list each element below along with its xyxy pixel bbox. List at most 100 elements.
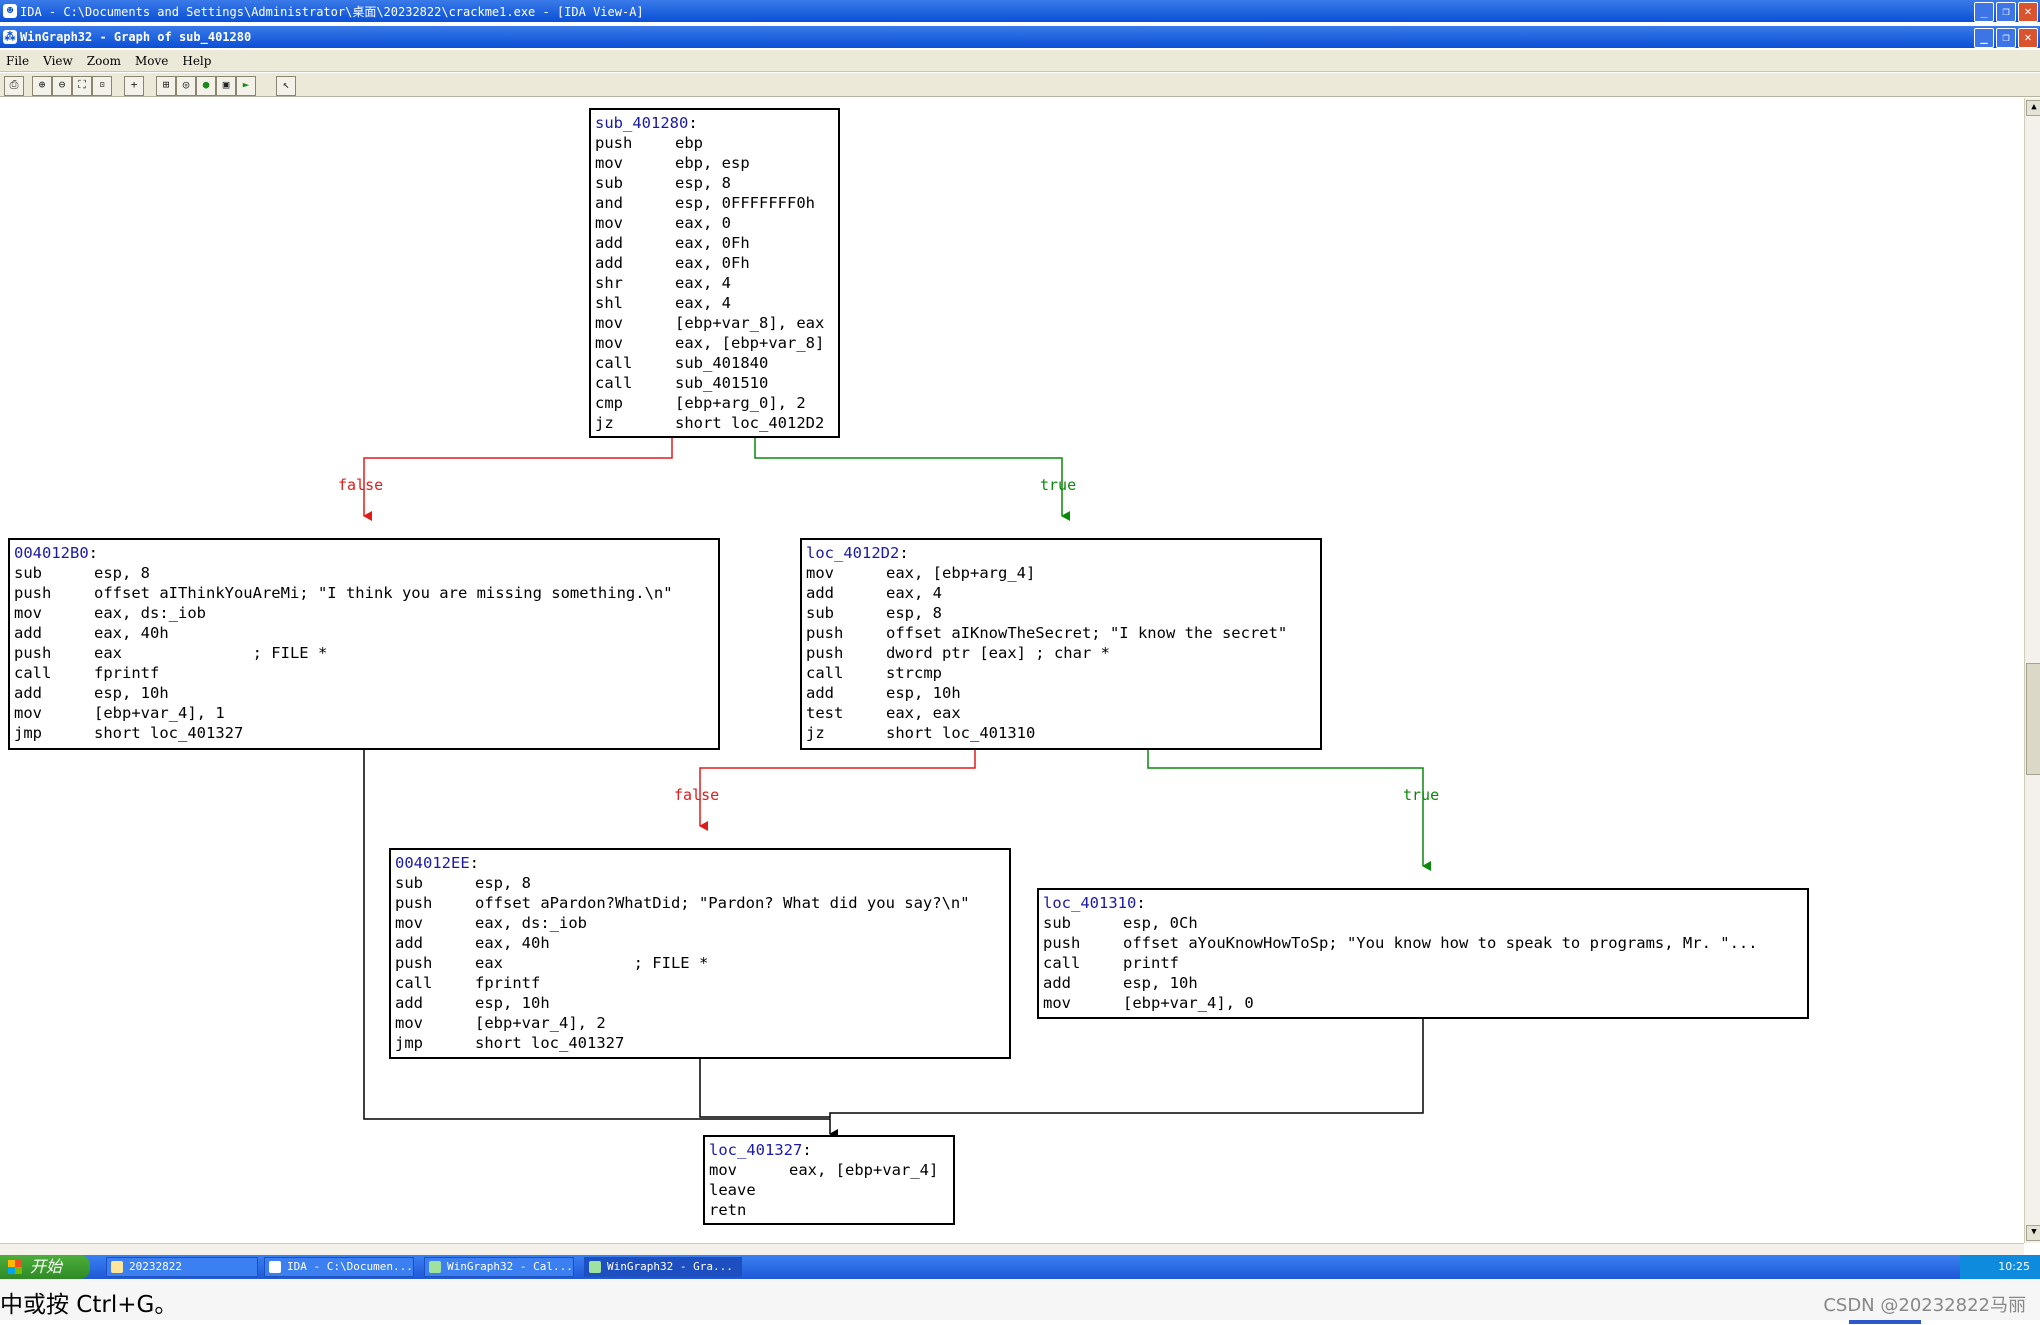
mnemonic: jz <box>806 724 825 742</box>
restore-button[interactable]: ❐ <box>1996 2 2016 22</box>
operand: short loc_401327 <box>475 1034 625 1052</box>
operand: short loc_401327 <box>94 724 244 742</box>
menu-move[interactable]: Move <box>135 54 168 68</box>
menu-zoom[interactable]: Zoom <box>87 54 121 68</box>
block-004012b0[interactable]: 004012B0: sub esp, 8 push offset aIThinkYouA… <box>8 538 720 750</box>
menu-file[interactable]: File <box>6 54 29 68</box>
layout-icon[interactable]: ⊞ <box>156 76 176 96</box>
operand: eax, 0Fh <box>675 254 750 272</box>
horizontal-scrollbar[interactable] <box>0 1243 2024 1255</box>
print-icon[interactable]: ⎙ <box>4 76 24 96</box>
cursor-icon[interactable]: ↖ <box>276 76 296 96</box>
wingraph-close-button[interactable]: ✕ <box>2018 28 2038 48</box>
instruction-row: call fprintf <box>14 663 714 683</box>
edge-label-false-2: false <box>674 786 720 804</box>
block-label-text[interactable]: sub_401280 <box>595 114 688 132</box>
wingraph-restore-button[interactable]: ❐ <box>1996 28 2016 48</box>
instruction-row: leave <box>709 1180 949 1200</box>
mnemonic: sub <box>1043 914 1071 932</box>
mnemonic: push <box>14 584 52 602</box>
mnemonic: call <box>595 374 633 392</box>
wingraph-task-icon-2 <box>589 1261 601 1273</box>
mnemonic: mov <box>595 214 623 232</box>
block-label: 004012EE: <box>395 854 479 872</box>
operand: esp, 10h <box>1123 974 1198 992</box>
mnemonic: mov <box>595 154 623 172</box>
block-label-text[interactable]: loc_4012D2 <box>806 544 899 562</box>
green-arrow-icon[interactable]: ► <box>236 76 256 96</box>
mnemonic: mov <box>14 704 42 722</box>
edge-true-1 <box>754 438 1070 521</box>
block-label-text[interactable]: 004012EE <box>395 854 470 872</box>
operand: short loc_401310 <box>886 724 1036 742</box>
block-loc-401310[interactable]: loc_401310: sub esp, 0Ch push offset aYouKno… <box>1037 888 1809 1019</box>
block-label-text[interactable]: 004012B0 <box>14 544 89 562</box>
scroll-thumb[interactable] <box>2026 663 2040 775</box>
operand: eax, 4 <box>675 274 731 292</box>
block-label-text[interactable]: loc_401327 <box>709 1141 802 1159</box>
block-loc-401327[interactable]: loc_401327: mov eax, [ebp+var_4] leave retn <box>703 1135 955 1225</box>
instruction-row: test eax, eax <box>806 703 1316 723</box>
circle-icon[interactable]: ◎ <box>176 76 196 96</box>
operand: eax, 0Fh <box>675 234 750 252</box>
instruction-row: add esp, 10h <box>14 683 714 703</box>
mnemonic: retn <box>709 1201 747 1219</box>
ida-title-bar[interactable]: ☻ IDA - C:\Documents and Settings\Admini… <box>0 0 2040 22</box>
center-icon[interactable]: + <box>124 76 144 96</box>
bottom-hint-text: 中或按 Ctrl+G。 <box>0 1292 178 1318</box>
wingraph-title-bar[interactable]: ⁂ WinGraph32 - Graph of sub_401280 _ ❐ ✕ <box>0 26 2040 48</box>
task-folder[interactable]: 20232822 <box>106 1257 258 1277</box>
block-label: loc_4012D2: <box>806 544 909 562</box>
wingraph-task-icon <box>429 1261 441 1273</box>
edge-false-2 <box>699 750 976 831</box>
system-tray[interactable]: 10:25 <box>1960 1255 2040 1279</box>
instruction-row: cmp [ebp+arg_0], 2 <box>595 393 834 413</box>
operand: dword ptr [eax] ; char * <box>886 644 1110 662</box>
close-button[interactable]: ✕ <box>2018 2 2038 22</box>
block-sub-401280[interactable]: sub_401280: push ebp mov ebp, esp sub esp, 8 an… <box>589 108 840 438</box>
fit-icon[interactable]: ⛶ <box>72 76 92 96</box>
menu-help[interactable]: Help <box>182 54 211 68</box>
minimize-button[interactable]: _ <box>1974 2 1994 22</box>
operand: fprintf <box>94 664 160 682</box>
task-wingraph-graph[interactable]: WinGraph32 - Gra... <box>584 1257 742 1277</box>
scroll-down-icon[interactable]: ▼ <box>2026 1225 2040 1241</box>
instruction-row: push eax ; FILE * <box>395 953 1005 973</box>
folder-icon <box>111 1261 123 1273</box>
start-button[interactable]: 开始 <box>0 1255 90 1279</box>
task-wingraph-calls[interactable]: WinGraph32 - Cal... <box>424 1257 574 1277</box>
mnemonic: mov <box>806 564 834 582</box>
instruction-row: call printf <box>1043 953 1803 973</box>
mnemonic: add <box>14 684 42 702</box>
instruction-row: mov eax, ds:_iob <box>14 603 714 623</box>
scroll-up-icon[interactable]: ▲ <box>2026 100 2040 116</box>
instruction-row: add eax, 0Fh <box>595 253 834 273</box>
mnemonic: call <box>806 664 844 682</box>
operand: esp, 10h <box>94 684 169 702</box>
task-ida[interactable]: IDA - C:\Documen... <box>264 1257 414 1277</box>
zoom-100-icon[interactable]: ⊡ <box>92 76 112 96</box>
block-004012ee[interactable]: 004012EE: sub esp, 8 push offset aPardon?Wha… <box>389 848 1011 1059</box>
operand: eax, ds:_iob <box>475 914 587 932</box>
instruction-row: add eax, 4 <box>806 583 1316 603</box>
zoom-out-icon[interactable]: ⊖ <box>52 76 72 96</box>
operand: sub_401510 <box>675 374 769 392</box>
graph-canvas[interactable]: false true false true sub_401280: push ebp… <box>0 98 2024 1325</box>
block-label-text[interactable]: loc_401310 <box>1043 894 1136 912</box>
mnemonic: add <box>806 684 834 702</box>
mnemonic: leave <box>709 1181 756 1199</box>
mnemonic: add <box>595 234 623 252</box>
block-loc-4012d2[interactable]: loc_4012D2: mov eax, [ebp+arg_4] add eax, 4 s… <box>800 538 1322 750</box>
green-circle-icon[interactable]: ● <box>196 76 216 96</box>
mnemonic: mov <box>14 604 42 622</box>
wingraph-minimize-button[interactable]: _ <box>1974 28 1994 48</box>
mnemonic: test <box>806 704 844 722</box>
overview-icon[interactable]: ▣ <box>216 76 236 96</box>
edge-true-2 <box>1147 750 1431 871</box>
instruction-row: mov eax, [ebp+arg_4] <box>806 563 1316 583</box>
task-folder-label: 20232822 <box>129 1260 182 1273</box>
vertical-scrollbar[interactable]: ▲ ▼ <box>2024 98 2040 1243</box>
zoom-in-icon[interactable]: ⊕ <box>32 76 52 96</box>
mnemonic: mov <box>1043 994 1071 1012</box>
menu-view[interactable]: View <box>43 54 73 68</box>
